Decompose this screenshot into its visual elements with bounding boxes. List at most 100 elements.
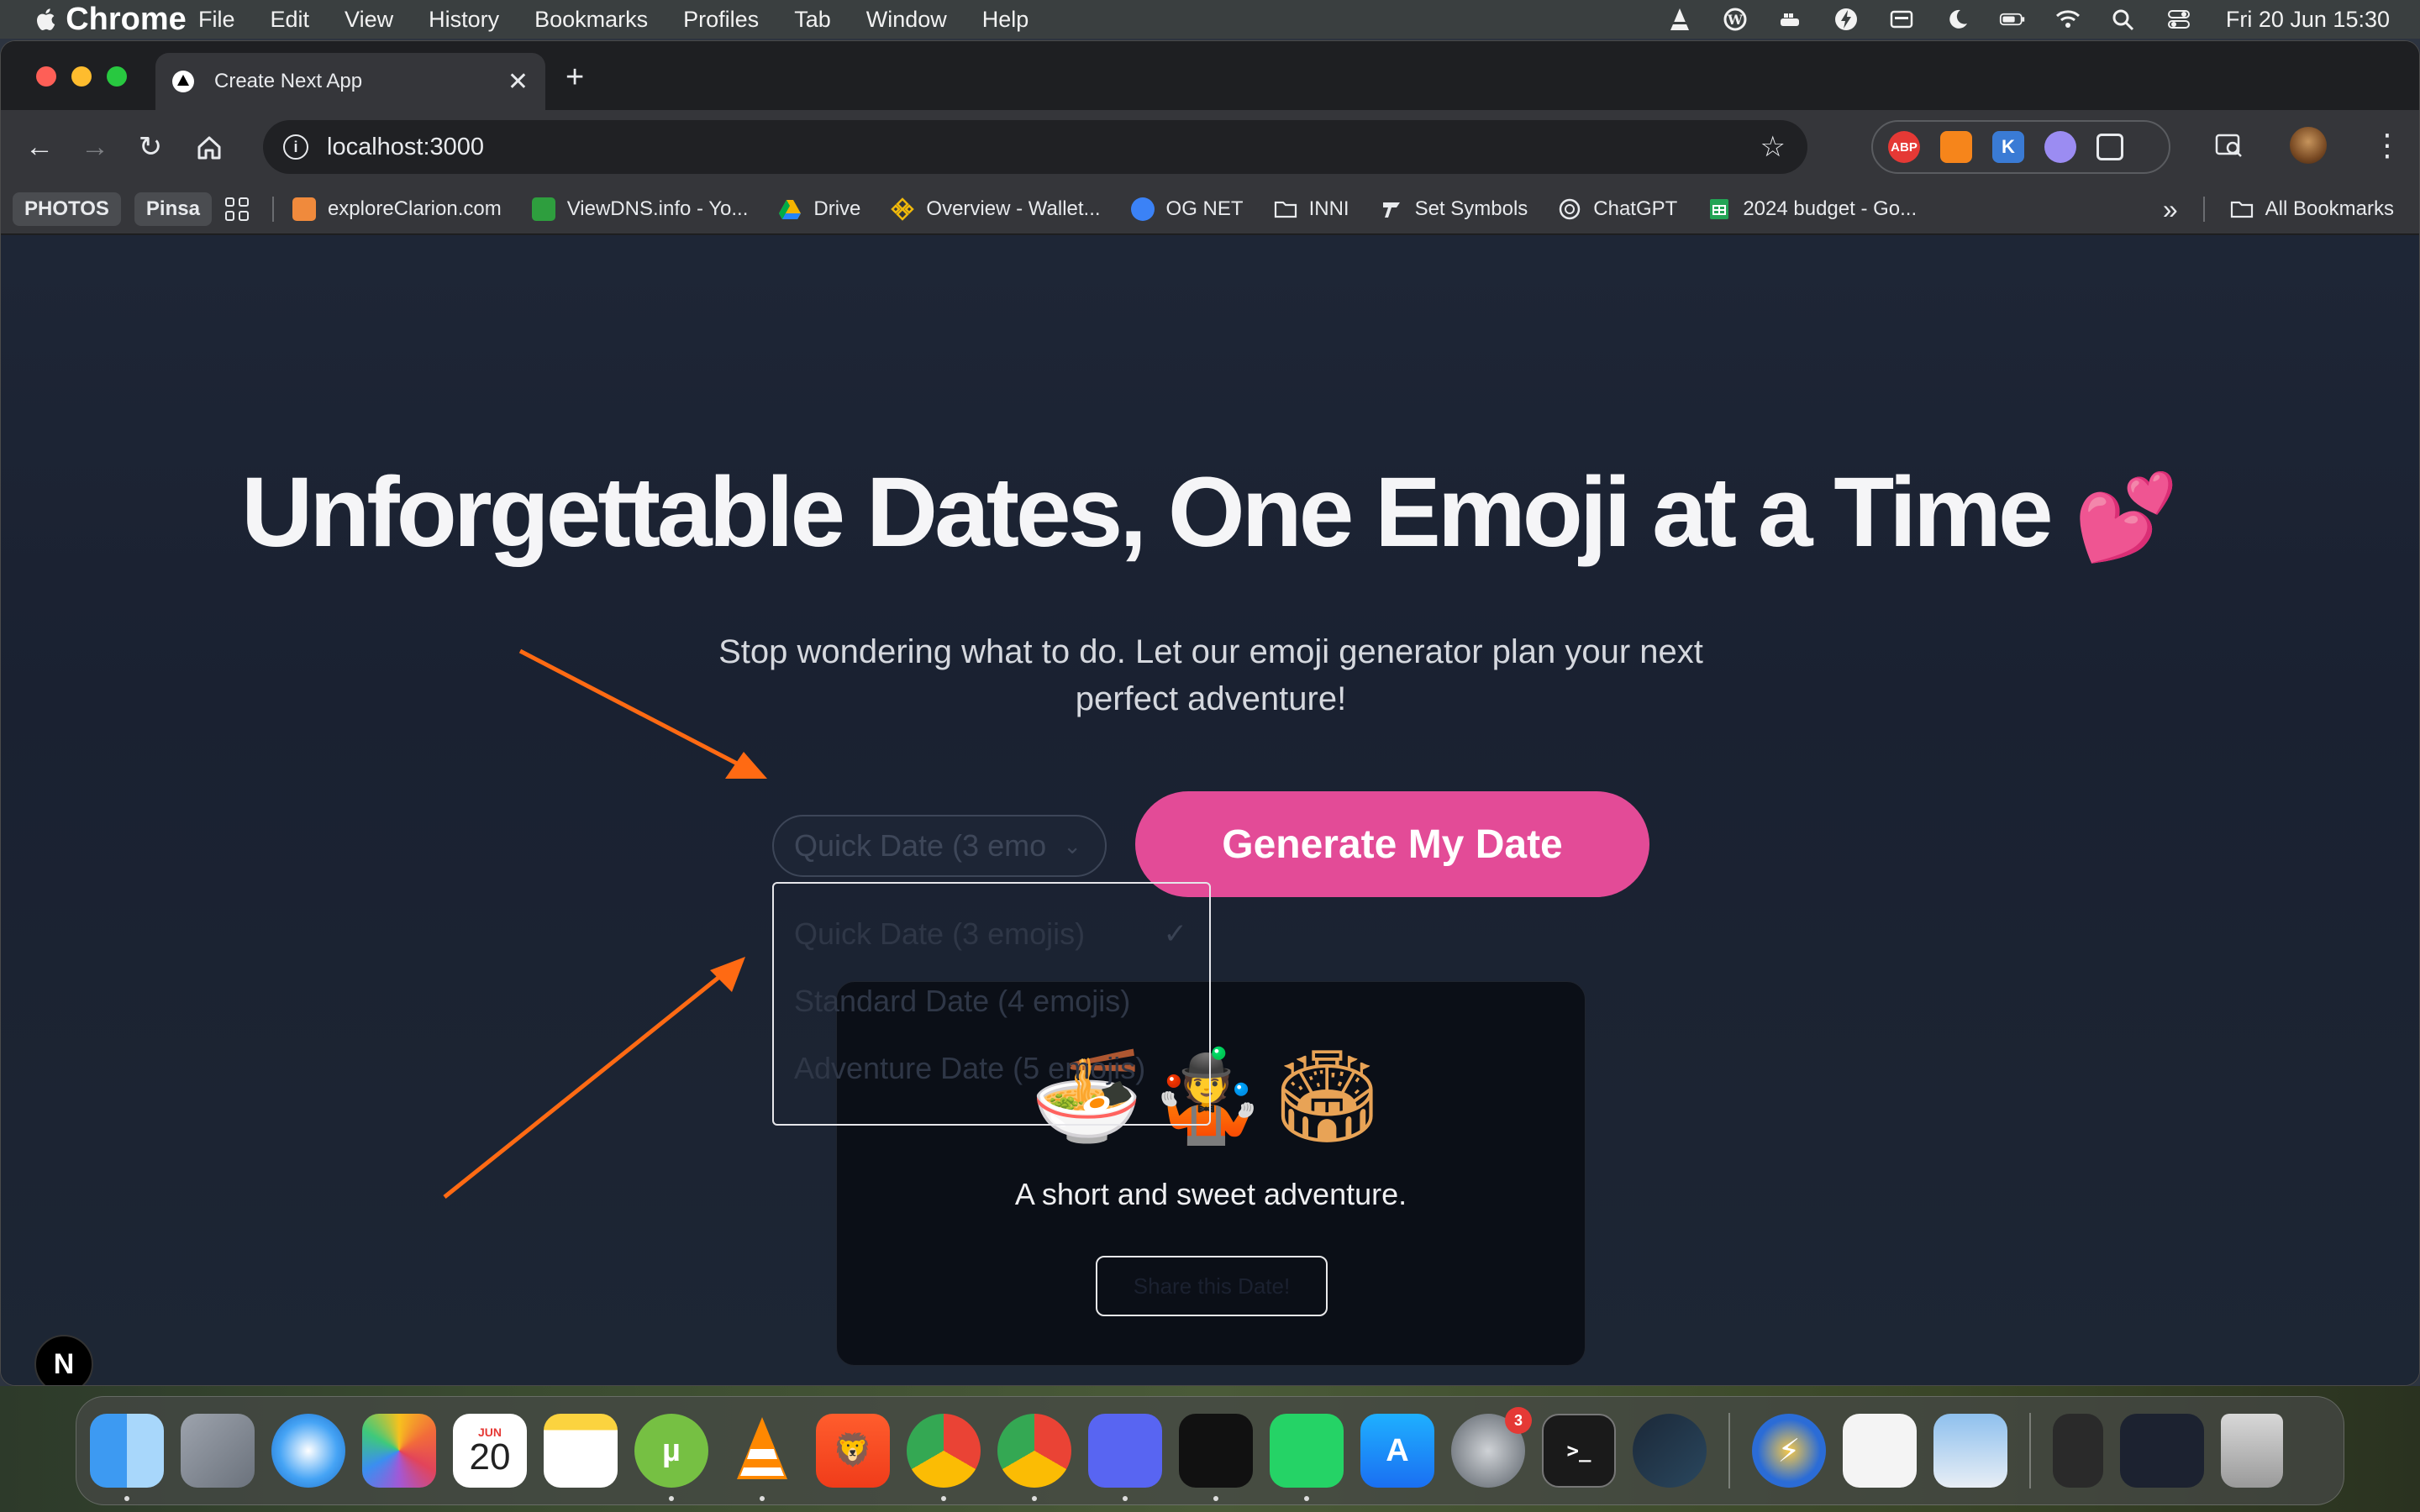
bookmark-set-symbols[interactable]: Set Symbols <box>1380 197 1528 221</box>
window-manager-icon[interactable] <box>1888 7 1915 32</box>
wordpress-icon[interactable]: W <box>1722 7 1749 32</box>
brave-app-icon[interactable]: 🦁 <box>816 1414 890 1488</box>
recent-window-thumbnail[interactable] <box>2120 1414 2204 1488</box>
spotlight-search-icon[interactable] <box>2110 7 2137 32</box>
bookmark-chatgpt[interactable]: ChatGPT <box>1558 197 1677 221</box>
reeder-app-icon[interactable]: ⚡ <box>1752 1414 1826 1488</box>
adblock-plus-icon[interactable]: ABP <box>1888 131 1920 163</box>
calendar-app-icon[interactable]: JUN 20 <box>453 1414 527 1488</box>
utorrent-app-icon[interactable]: µ <box>634 1414 708 1501</box>
back-arrow-icon[interactable]: ← <box>23 130 56 164</box>
keplr-extension-icon[interactable]: K <box>1992 131 2024 163</box>
metamask-fox-icon[interactable] <box>1940 131 1972 163</box>
minimize-window-button[interactable] <box>71 66 92 87</box>
bookmark-viewdns[interactable]: ViewDNS.info - Yo... <box>531 197 748 221</box>
nextjs-favicon-icon <box>172 71 194 92</box>
bookmark-label: Drive <box>813 197 861 220</box>
apps-grid-icon[interactable] <box>224 197 249 221</box>
chrome-app-icon[interactable] <box>907 1414 981 1501</box>
page-title: Unforgettable Dates, One Emoji at a Time… <box>1 455 2419 570</box>
tab-create-next-app[interactable]: Create Next App ✕ <box>155 53 545 110</box>
vlc-cone-icon <box>737 1417 787 1479</box>
bolt-icon[interactable] <box>1833 7 1860 32</box>
notes-app-icon[interactable] <box>544 1414 618 1488</box>
chrome-canary-app-icon[interactable] <box>997 1414 1071 1501</box>
menu-tab[interactable]: Tab <box>794 7 831 33</box>
all-bookmarks-button[interactable]: All Bookmarks <box>2230 197 2394 221</box>
cursor-app-icon[interactable] <box>1179 1414 1253 1501</box>
launchpad-app-icon[interactable] <box>181 1414 255 1488</box>
option-quick-date[interactable]: Quick Date (3 emojis) ✓ <box>774 900 1209 968</box>
menubar-clock[interactable]: Fri 20 Jun 15:30 <box>2226 7 2390 33</box>
bookmark-exploreclarion[interactable]: exploreClarion.com <box>292 197 502 221</box>
profile-avatar[interactable] <box>2290 127 2327 164</box>
apple-menu-icon[interactable] <box>34 7 55 32</box>
bookmark-star-icon[interactable]: ☆ <box>1760 130 1786 164</box>
option-label: Adventure Date (5 emojis) <box>794 1051 1146 1085</box>
date-description: A short and sweet adventure. <box>1014 1177 1407 1211</box>
bookmarks-overflow-icon[interactable]: » <box>2163 194 2178 225</box>
focus-moon-icon[interactable] <box>1944 7 1970 32</box>
menu-bookmarks[interactable]: Bookmarks <box>534 7 648 33</box>
document-stack-icon[interactable] <box>2053 1414 2103 1488</box>
finder-app-icon[interactable] <box>90 1414 164 1501</box>
chrome-menu-icon[interactable]: ⋮ <box>2372 128 2402 163</box>
page-title-text: Unforgettable Dates, One Emoji at a Time <box>241 457 2053 568</box>
system-settings-icon[interactable]: 3 <box>1451 1407 1532 1488</box>
bookmark-og-net[interactable]: OG NET <box>1130 197 1244 221</box>
terminal-app-icon[interactable]: >_ <box>1542 1414 1616 1488</box>
reload-icon[interactable]: ↻ <box>134 130 167 164</box>
generate-date-button[interactable]: Generate My Date <box>1135 791 1649 897</box>
all-bookmarks-label: All Bookmarks <box>2265 197 2394 220</box>
wifi-icon[interactable] <box>2054 7 2081 32</box>
new-tab-button[interactable]: + <box>566 60 584 96</box>
bookmark-photos[interactable]: PHOTOS <box>13 192 121 226</box>
tab-close-icon[interactable]: ✕ <box>508 67 529 97</box>
menu-file[interactable]: File <box>198 7 235 33</box>
bookmark-pinsa[interactable]: Pinsa <box>134 192 212 226</box>
whatsapp-app-icon[interactable] <box>1270 1414 1344 1501</box>
extensions-puzzle-icon[interactable] <box>2096 134 2123 160</box>
menu-profiles[interactable]: Profiles <box>683 7 759 33</box>
option-adventure-date[interactable]: Adventure Date (5 emojis) <box>774 1035 1209 1102</box>
bookmark-2024-budget[interactable]: 2024 budget - Go... <box>1707 197 1917 221</box>
menu-help[interactable]: Help <box>982 7 1029 33</box>
menu-history[interactable]: History <box>429 7 499 33</box>
bookmark-overview-wallet[interactable]: Overview - Wallet... <box>891 197 1101 221</box>
close-window-button[interactable] <box>36 66 56 87</box>
menu-edit[interactable]: Edit <box>271 7 310 33</box>
address-bar-url[interactable]: localhost:3000 <box>327 134 484 161</box>
date-type-select[interactable]: Quick Date (3 emo ⌄ <box>772 815 1107 877</box>
photos-app-icon[interactable] <box>362 1414 436 1488</box>
battery-icon[interactable] <box>1999 7 2026 32</box>
vlc-status-icon[interactable] <box>1666 7 1693 32</box>
address-bar[interactable]: i localhost:3000 ☆ <box>263 120 1807 174</box>
nextjs-dev-indicator[interactable]: N <box>34 1335 93 1385</box>
bookmark-folder-inni[interactable]: INNI <box>1274 197 1349 221</box>
forward-arrow-icon[interactable]: → <box>78 130 112 164</box>
zoom-window-button[interactable] <box>107 66 127 87</box>
textedit-app-icon[interactable] <box>1843 1414 1917 1488</box>
share-date-button[interactable]: Share this Date! <box>1096 1256 1328 1316</box>
site-info-icon[interactable]: i <box>283 134 308 160</box>
tab-search-icon[interactable] <box>2214 130 2244 160</box>
vlc-app-icon[interactable] <box>725 1414 799 1501</box>
bookmark-label: Set Symbols <box>1414 197 1528 220</box>
menu-window[interactable]: Window <box>866 7 947 33</box>
svg-text:W: W <box>1727 12 1744 28</box>
checkmark-icon: ✓ <box>1163 918 1188 950</box>
bookmark-drive[interactable]: Drive <box>778 197 860 221</box>
preview-app-icon[interactable] <box>1933 1414 2007 1488</box>
menu-view[interactable]: View <box>345 7 393 33</box>
discord-app-icon[interactable] <box>1088 1414 1162 1501</box>
steam-app-icon[interactable] <box>1633 1414 1707 1488</box>
option-standard-date[interactable]: Standard Date (4 emojis) <box>774 968 1209 1035</box>
phantom-ghost-icon[interactable] <box>2044 131 2076 163</box>
home-icon[interactable] <box>192 130 226 164</box>
control-center-icon[interactable] <box>2165 7 2192 32</box>
tab-title: Create Next App <box>214 70 363 92</box>
safari-app-icon[interactable] <box>271 1414 345 1488</box>
trash-icon[interactable] <box>2221 1414 2283 1488</box>
app-store-icon[interactable]: A <box>1360 1414 1434 1488</box>
docker-icon[interactable] <box>1777 7 1804 32</box>
